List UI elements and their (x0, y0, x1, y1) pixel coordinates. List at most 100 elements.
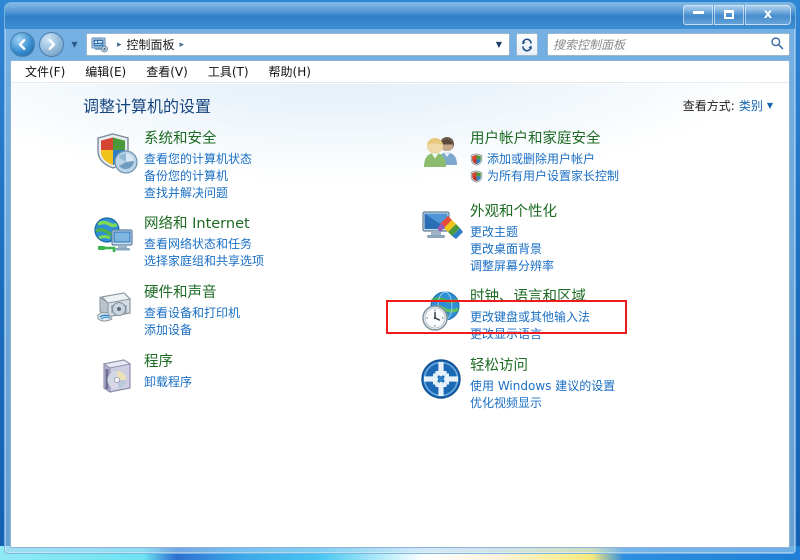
back-arrow-icon (18, 39, 26, 50)
uac-shield-icon (470, 153, 483, 166)
category-column-left: 系统和安全 查看您的计算机状态 备份您的计算机 查找并解决问题 网络和 Inte… (11, 128, 400, 547)
category-link[interactable]: 添加设备 (144, 322, 400, 339)
category-hardware-and-sound[interactable]: 硬件和声音 查看设备和打印机 添加设备 (86, 282, 400, 344)
menu-view[interactable]: 查看(V) (146, 63, 188, 80)
address-toolbar: ▼ ▸ 控制面板 ▸ ▼ 搜索控制面板 (8, 29, 792, 60)
link-label: 使用 Windows 建议的设置 (470, 379, 616, 393)
menu-bar: 文件(F) 编辑(E) 查看(V) 工具(T) 帮助(H) (11, 61, 789, 83)
close-button[interactable]: x (745, 5, 791, 25)
link-label: 添加设备 (144, 323, 193, 337)
minimize-button[interactable] (683, 5, 713, 25)
link-label: 备份您的计算机 (144, 169, 229, 183)
control-panel-content: 调整计算机的设置 查看方式: 类别 ▼ 系统和安全 查看您的计算机状态 备份您的… (11, 84, 789, 547)
maximize-icon (724, 10, 734, 19)
uac-shield-icon (470, 170, 483, 183)
link-label: 为所有用户设置家长控制 (487, 169, 620, 183)
minimize-icon (692, 11, 704, 14)
category-title[interactable]: 系统和安全 (144, 129, 217, 149)
category-link[interactable]: 更改显示语言 (470, 326, 789, 343)
breadcrumb-separator-root: ▸ (117, 39, 122, 50)
clock-globe-icon (418, 287, 466, 335)
address-dropdown-button[interactable]: ▼ (491, 40, 507, 49)
window-titlebar[interactable]: x (5, 3, 795, 29)
category-title[interactable]: 轻松访问 (470, 356, 528, 376)
category-columns: 系统和安全 查看您的计算机状态 备份您的计算机 查找并解决问题 网络和 Inte… (11, 128, 789, 547)
category-link[interactable]: 查看您的计算机状态 (144, 151, 400, 168)
search-input[interactable] (553, 37, 770, 52)
history-dropdown-button[interactable]: ▼ (68, 32, 81, 57)
page-title: 调整计算机的设置 (83, 97, 212, 116)
category-network-and-internet[interactable]: 网络和 Internet 查看网络状态和任务 选择家庭组和共享选项 (86, 213, 400, 275)
forward-arrow-icon (48, 39, 56, 50)
category-link[interactable]: 更改主题 (470, 224, 789, 241)
refresh-icon (522, 37, 532, 52)
category-programs[interactable]: 程序 卸载程序 (86, 351, 400, 429)
category-user-accounts-and-family-safety[interactable]: 用户帐户和家庭安全 添加或删除用户帐户 为所有用户设置家长控制 (412, 128, 789, 194)
category-link[interactable]: 调整屏幕分辨率 (470, 258, 789, 275)
menu-edit[interactable]: 编辑(E) (85, 63, 126, 80)
category-title[interactable]: 硬件和声音 (144, 283, 217, 303)
programs-box-icon (92, 352, 140, 400)
category-title[interactable]: 时钟、语言和区域 (470, 287, 586, 307)
category-clock-language-and-region[interactable]: 时钟、语言和区域 更改键盘或其他输入法 更改显示语言 (412, 286, 789, 348)
category-appearance-and-personalization[interactable]: 外观和个性化 更改主题 更改桌面背景 调整屏幕分辨率 (412, 201, 789, 279)
appearance-monitor-icon (418, 202, 466, 250)
category-ease-of-access[interactable]: 轻松访问 使用 Windows 建议的设置 优化视频显示 (412, 355, 789, 417)
forward-button[interactable] (39, 32, 64, 57)
link-label: 更改显示语言 (470, 327, 543, 341)
category-title[interactable]: 网络和 Internet (144, 214, 250, 234)
menu-tools[interactable]: 工具(T) (208, 63, 249, 80)
category-system-and-security[interactable]: 系统和安全 查看您的计算机状态 备份您的计算机 查找并解决问题 (86, 128, 400, 206)
link-label: 更改桌面背景 (470, 242, 543, 256)
category-link[interactable]: 卸载程序 (144, 374, 400, 391)
category-link[interactable]: 更改桌面背景 (470, 241, 789, 258)
control-panel-icon (91, 37, 108, 53)
category-link[interactable]: 更改键盘或其他输入法 (470, 309, 789, 326)
category-title[interactable]: 外观和个性化 (470, 202, 557, 222)
maximize-button[interactable] (714, 5, 744, 25)
refresh-button[interactable] (516, 33, 538, 56)
search-box[interactable] (547, 33, 790, 56)
category-title[interactable]: 程序 (144, 352, 173, 372)
breadcrumb-control-panel[interactable]: 控制面板 (127, 36, 175, 53)
category-link[interactable]: 为所有用户设置家长控制 (470, 168, 789, 185)
chevron-down-icon[interactable]: ▼ (767, 101, 773, 110)
ease-of-access-icon (418, 356, 466, 404)
link-label: 查找并解决问题 (144, 186, 229, 200)
category-link[interactable]: 添加或删除用户帐户 (470, 151, 789, 168)
category-column-right: 用户帐户和家庭安全 添加或删除用户帐户 为所有用户设置家长控制 外观和个性化 更… (400, 128, 789, 547)
link-label: 添加或删除用户帐户 (487, 152, 596, 166)
window-client-area: 文件(F) 编辑(E) 查看(V) 工具(T) 帮助(H) 调整计算机的设置 查… (10, 60, 790, 548)
category-link[interactable]: 优化视频显示 (470, 395, 789, 412)
user-accounts-icon (418, 129, 466, 177)
search-icon[interactable] (770, 35, 784, 54)
page-header: 调整计算机的设置 查看方式: 类别 ▼ (11, 84, 789, 128)
category-link[interactable]: 查找并解决问题 (144, 185, 400, 202)
link-label: 选择家庭组和共享选项 (144, 254, 265, 268)
printer-device-icon (92, 283, 140, 331)
category-title[interactable]: 用户帐户和家庭安全 (470, 129, 601, 149)
network-globe-icon (92, 214, 140, 262)
category-link[interactable]: 选择家庭组和共享选项 (144, 253, 400, 270)
category-link[interactable]: 备份您的计算机 (144, 168, 400, 185)
back-button[interactable] (10, 32, 35, 57)
link-label: 更改主题 (470, 225, 519, 239)
link-label: 卸载程序 (144, 375, 193, 389)
address-bar[interactable]: ▸ 控制面板 ▸ ▼ (86, 33, 510, 56)
view-by-value[interactable]: 类别 (739, 97, 763, 114)
view-by-label: 查看方式: (682, 99, 735, 113)
menu-help[interactable]: 帮助(H) (269, 63, 311, 80)
window-controls: x (683, 5, 791, 25)
link-label: 调整屏幕分辨率 (470, 259, 555, 273)
category-link[interactable]: 查看设备和打印机 (144, 305, 400, 322)
link-label: 查看网络状态和任务 (144, 237, 253, 251)
view-by-control[interactable]: 查看方式: 类别 ▼ (683, 97, 773, 114)
link-label: 查看设备和打印机 (144, 306, 241, 320)
security-shield-icon (92, 129, 140, 177)
breadcrumb-separator-end[interactable]: ▸ (180, 40, 185, 50)
menu-file[interactable]: 文件(F) (25, 63, 65, 80)
link-label: 查看您的计算机状态 (144, 152, 253, 166)
category-link[interactable]: 查看网络状态和任务 (144, 236, 400, 253)
category-link[interactable]: 使用 Windows 建议的设置 (470, 378, 789, 395)
link-label: 更改键盘或其他输入法 (470, 310, 591, 324)
